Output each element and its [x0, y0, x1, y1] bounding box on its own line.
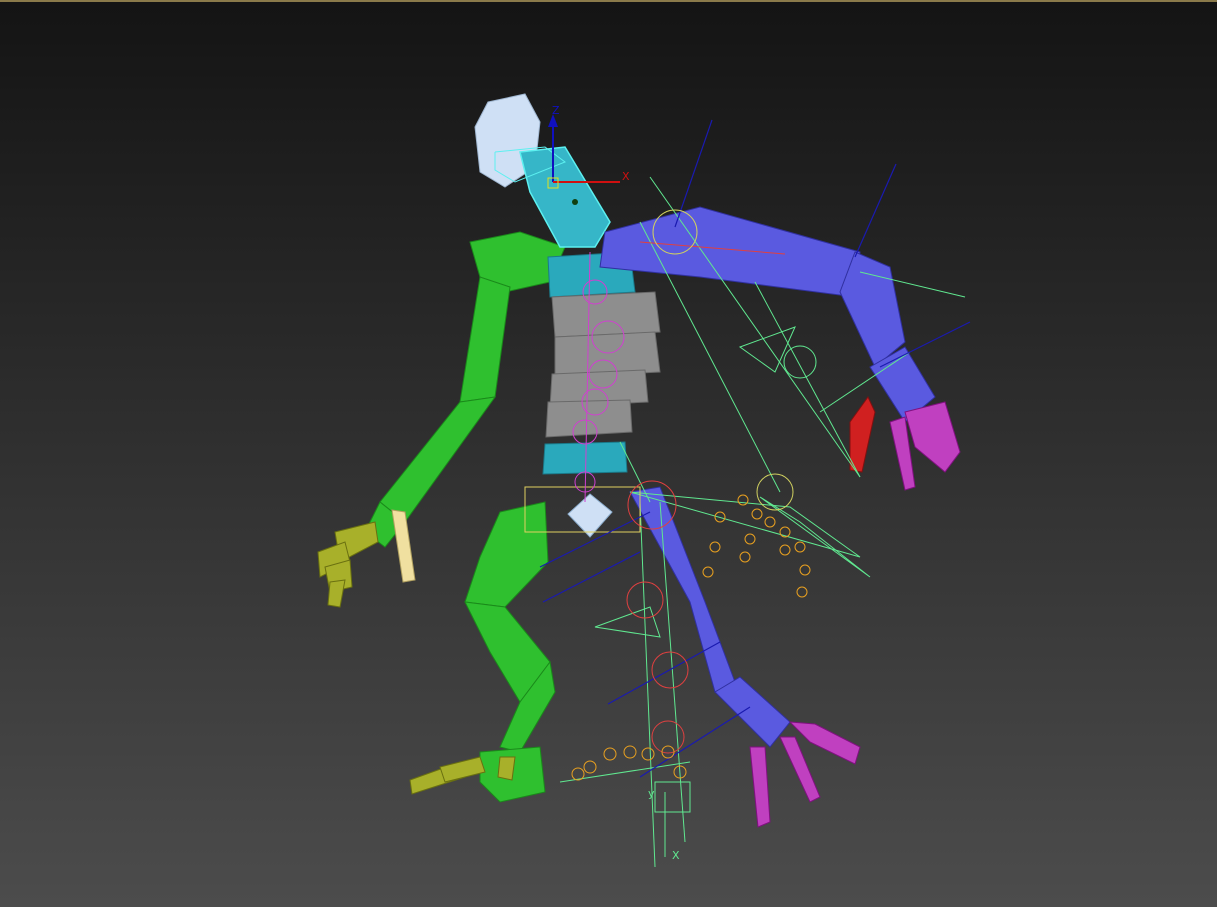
- 3d-viewport[interactable]: Z X X y: [0, 0, 1217, 907]
- pivot-y-label: y: [648, 787, 655, 800]
- pivot-x-label: X: [672, 849, 680, 862]
- gizmo-z-label: Z: [552, 104, 560, 117]
- perspective-scene[interactable]: Z X X y: [0, 2, 1217, 907]
- gizmo-x-label: X: [622, 170, 630, 183]
